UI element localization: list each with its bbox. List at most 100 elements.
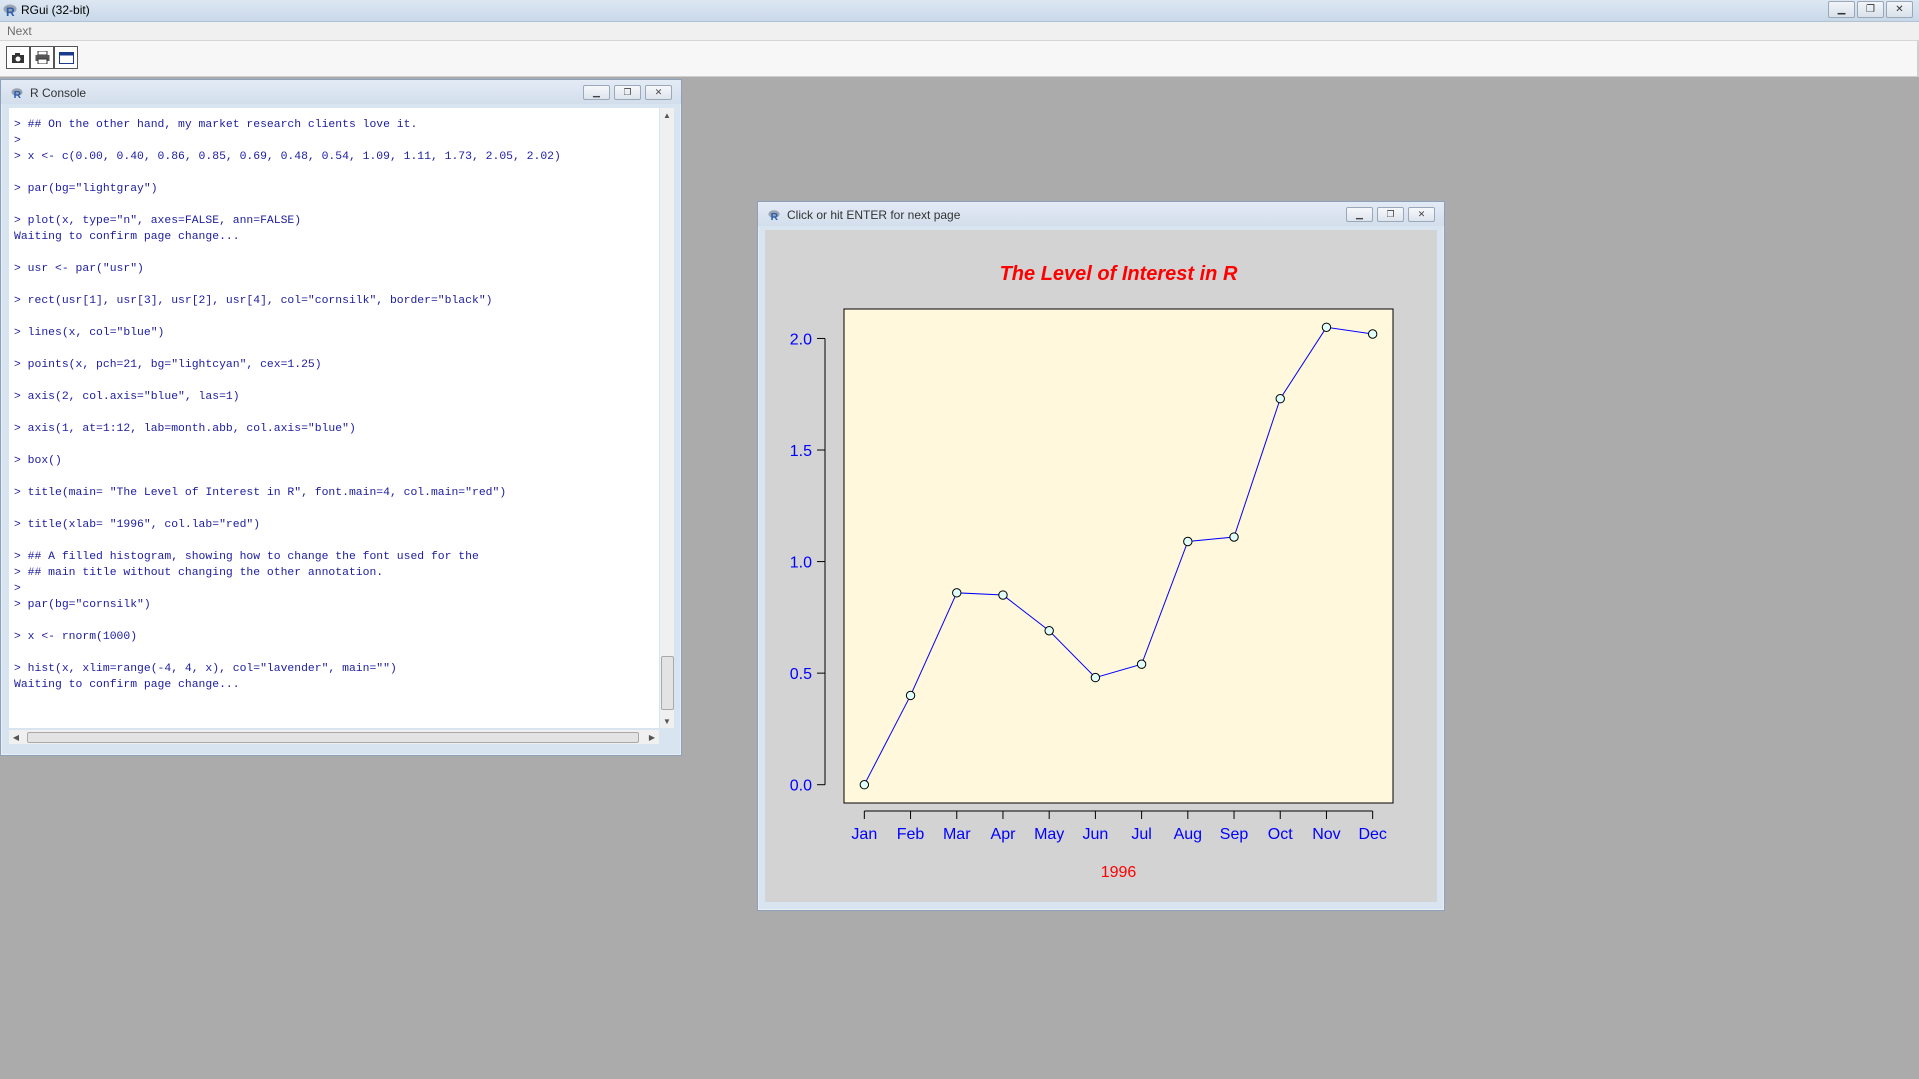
console-line: > x <- c(0.00, 0.40, 0.86, 0.85, 0.69, 0… — [14, 151, 561, 163]
close-icon[interactable]: ✕ — [1408, 207, 1435, 222]
data-point-oct — [1275, 393, 1285, 404]
data-point-aug — [1183, 536, 1193, 547]
app-title: RGui (32-bit) — [21, 3, 90, 17]
console-line: > axis(1, at=1:12, lab=month.abb, col.ax… — [14, 423, 356, 435]
console-title: R Console — [30, 86, 87, 100]
graphics-device[interactable]: The Level of Interest in R 0.0 0.5 1.0 1.5 2.… — [765, 230, 1437, 902]
x-tick-label: Jan — [851, 826, 877, 843]
maximize-icon[interactable]: ❐ — [1377, 207, 1404, 222]
print-button[interactable] — [30, 46, 54, 69]
window-icon — [58, 51, 74, 64]
console-line: > — [14, 135, 21, 147]
app-window-controls: ▁ ❐ ✕ — [1828, 1, 1913, 18]
chart-title: The Level of Interest in R — [1000, 263, 1238, 285]
x-tick-label: Nov — [1312, 826, 1340, 843]
menu-next[interactable]: Next — [7, 24, 32, 38]
data-point-jun — [1090, 672, 1101, 683]
console-vertical-scrollbar[interactable]: ▲ ▼ — [660, 108, 674, 728]
y-tick-label: 2.0 — [790, 331, 812, 348]
scrollbar-thumb[interactable] — [661, 656, 674, 710]
graphics-window: R Click or hit ENTER for next page ▁ ❐ ✕… — [757, 201, 1445, 911]
console-line: > lines(x, col="blue") — [14, 327, 165, 339]
console-line: Waiting to confirm page change... — [14, 231, 240, 243]
console-line: > par(bg="lightgray") — [14, 183, 158, 195]
graphics-title: Click or hit ENTER for next page — [787, 208, 961, 222]
console-line: Waiting to confirm page change... — [14, 679, 240, 691]
maximize-icon[interactable]: ❐ — [614, 85, 641, 100]
scrollbar-thumb[interactable] — [27, 732, 639, 743]
console-line: > ## On the other hand, my market resear… — [14, 119, 418, 131]
console-line: > ## main title without changing the oth… — [14, 567, 384, 579]
console-line: > rect(usr[1], usr[3], usr[2], usr[4], c… — [14, 295, 493, 307]
data-point-jan — [859, 780, 870, 790]
console-line: > points(x, pch=21, bg="lightcyan", cex=… — [14, 359, 322, 371]
x-tick-label: Feb — [897, 826, 925, 843]
data-point-jul — [1136, 659, 1147, 669]
y-tick-label: 0.0 — [790, 778, 812, 795]
console-line: > title(xlab= "1996", col.lab="red") — [14, 519, 261, 531]
r-logo-icon: R — [11, 88, 23, 99]
restore-icon[interactable]: ❐ — [1857, 1, 1884, 18]
plot-area — [843, 308, 1394, 804]
scroll-left-icon[interactable]: ◀ — [9, 730, 23, 744]
x-tick-label: Dec — [1358, 826, 1386, 843]
data-point-dec — [1367, 329, 1378, 339]
print-icon — [35, 51, 49, 64]
console-line: > par(bg="cornsilk") — [14, 599, 151, 611]
data-point-feb — [905, 690, 916, 701]
scroll-right-icon[interactable]: ▶ — [645, 730, 659, 744]
r-logo-icon: R — [3, 4, 17, 17]
data-point-sep — [1229, 532, 1239, 542]
minimize-icon[interactable]: ▁ — [1346, 207, 1373, 222]
console-line: > x <- rnorm(1000) — [14, 631, 138, 643]
console-line: > ## A filled histogram, showing how to … — [14, 551, 479, 563]
console-output[interactable]: > ## On the other hand, my market resear… — [9, 108, 659, 728]
copy-to-clipboard-button[interactable] — [6, 46, 30, 69]
console-horizontal-scrollbar[interactable]: ◀ ▶ — [9, 730, 659, 744]
x-axis-label: 1996 — [1101, 864, 1137, 881]
svg-text:R: R — [14, 90, 22, 99]
y-tick-label: 0.5 — [790, 666, 812, 683]
svg-text:R: R — [6, 5, 15, 17]
svg-text:R: R — [771, 212, 779, 221]
console-line: > — [14, 583, 21, 595]
console-line: > hist(x, xlim=range(-4, 4, x), col="lav… — [14, 663, 397, 675]
minimize-icon[interactable]: ▁ — [1828, 1, 1855, 18]
scroll-up-icon[interactable]: ▲ — [660, 108, 674, 122]
line-chart: The Level of Interest in R 0.0 0.5 1.0 1.5 2.… — [790, 263, 1394, 881]
minimize-icon[interactable]: ▁ — [583, 85, 610, 100]
scroll-down-icon[interactable]: ▼ — [660, 714, 674, 728]
close-icon[interactable]: ✕ — [1886, 1, 1913, 18]
toolbar — [0, 41, 1919, 77]
x-tick-label: Aug — [1174, 826, 1202, 843]
console-line: > axis(2, col.axis="blue", las=1) — [14, 391, 240, 403]
x-tick-label: Mar — [943, 826, 971, 843]
x-tick-label: Sep — [1220, 826, 1249, 843]
x-tick-label: Apr — [991, 826, 1017, 843]
console-window: R R Console ▁ ❐ ✕ > ## On the other hand… — [0, 79, 682, 756]
x-tick-label: Oct — [1268, 826, 1293, 843]
r-logo-icon: R — [768, 210, 780, 221]
window-button[interactable] — [54, 46, 78, 69]
graphics-window-controls: ▁ ❐ ✕ — [1346, 207, 1435, 222]
console-titlebar[interactable]: R R Console ▁ ❐ ✕ — [1, 80, 681, 104]
console-line: > title(main= "The Level of Interest in … — [14, 487, 507, 499]
data-point-may — [1044, 626, 1054, 636]
close-icon[interactable]: ✕ — [645, 85, 672, 100]
y-tick-label: 1.0 — [790, 555, 812, 572]
console-line: > plot(x, type="n", axes=FALSE, ann=FALS… — [14, 215, 302, 227]
data-point-apr — [998, 590, 1008, 600]
data-point-nov — [1321, 322, 1332, 332]
graphics-titlebar[interactable]: R Click or hit ENTER for next page ▁ ❐ ✕ — [758, 202, 1444, 226]
copy-to-clipboard-icon — [12, 52, 24, 63]
